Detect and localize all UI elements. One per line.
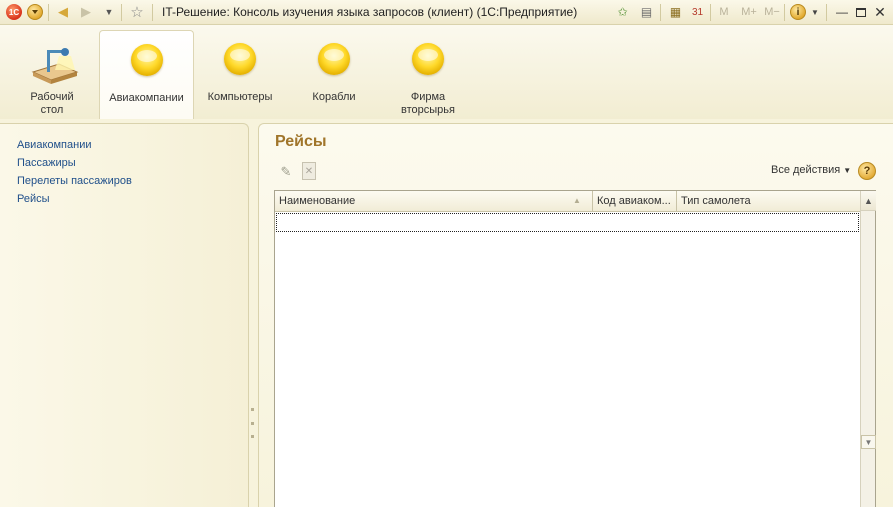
navigation-panel: Авиакомпании Пассажиры Перелеты пассажир…: [0, 123, 249, 507]
toolbar-separator: [710, 4, 711, 21]
memory-minus-button[interactable]: M−: [762, 3, 782, 21]
section-desktop[interactable]: Рабочий стол: [4, 30, 100, 119]
forward-arrow-icon[interactable]: ▶: [78, 3, 94, 21]
toolbar-separator: [48, 4, 49, 21]
sections-panel: Рабочий стол Авиакомпании Компьютеры Кора…: [0, 25, 893, 119]
section-recycling-firm[interactable]: Фирма вторсырья: [381, 30, 475, 119]
info-icon[interactable]: i: [790, 4, 806, 20]
nav-item-flights[interactable]: Рейсы: [17, 190, 132, 208]
minimize-icon[interactable]: —: [834, 3, 850, 21]
table-row[interactable]: [276, 213, 859, 232]
section-label: Рабочий стол: [4, 91, 100, 117]
toolbar-separator: [660, 4, 661, 21]
history-dropdown-icon[interactable]: ▼: [101, 3, 117, 21]
memory-m-button[interactable]: M: [717, 3, 731, 21]
all-actions-menu[interactable]: Все действия ▼: [771, 164, 851, 176]
section-ships[interactable]: Корабли: [287, 30, 381, 119]
edit-pencil-icon[interactable]: ✎: [278, 164, 294, 180]
nav-item-passengers[interactable]: Пассажиры: [17, 154, 132, 172]
section-label: Корабли: [312, 91, 356, 103]
section-label: Авиакомпании: [109, 92, 184, 104]
calendar-icon[interactable]: 31: [689, 3, 706, 21]
scroll-up-icon[interactable]: ▲: [861, 191, 876, 211]
back-arrow-icon[interactable]: ◀: [55, 3, 71, 21]
history-page-icon[interactable]: ▤: [638, 3, 655, 21]
close-icon[interactable]: ✕: [872, 3, 888, 21]
section-label: Фирма вторсырья: [381, 91, 475, 117]
add-to-favorites-icon[interactable]: ✩: [614, 3, 631, 21]
desktop-lamp-icon: [31, 48, 79, 84]
scroll-down-icon[interactable]: ▼: [861, 435, 876, 449]
navigation-list: Авиакомпании Пассажиры Перелеты пассажир…: [17, 136, 132, 208]
section-label-text: Рабочий: [30, 91, 74, 103]
window-title: IT-Решение: Консоль изучения языка запро…: [162, 5, 578, 19]
table-header: Наименование Код авиаком... Тип самолета…: [275, 191, 860, 212]
section-label-text: вторсырья: [401, 104, 455, 116]
section-computers[interactable]: Компьютеры: [193, 30, 287, 119]
chevron-down-icon: ▼: [843, 166, 852, 175]
section-label-text: Фирма: [410, 91, 446, 103]
section-ball-icon: [318, 43, 350, 75]
sort-ascending-icon[interactable]: ▲: [573, 197, 585, 205]
column-header-name[interactable]: Наименование: [275, 191, 593, 211]
section-ball-icon: [224, 43, 256, 75]
nav-item-airlines[interactable]: Авиакомпании: [17, 136, 132, 154]
column-header-aircraft-type[interactable]: Тип самолета: [677, 191, 860, 211]
column-header-airline-code[interactable]: Код авиаком...: [593, 191, 677, 211]
info-dropdown-icon[interactable]: ▼: [810, 3, 820, 21]
page-title: Рейсы: [275, 133, 327, 150]
nav-item-passenger-flights[interactable]: Перелеты пассажиров: [17, 172, 132, 190]
help-icon[interactable]: ?: [858, 162, 876, 180]
panel-splitter-handle[interactable]: [249, 408, 255, 438]
section-ball-icon: [130, 44, 163, 76]
app-logo-icon[interactable]: 1С: [6, 4, 22, 20]
title-bar: 1С ◀ ▶ ▼ ☆ IT-Решение: Консоль изучения …: [0, 0, 893, 25]
content-area: Рейсы ✎ ✕ Все действия ▼ ? Наименование К…: [258, 123, 893, 507]
calendar-day-text: 31: [691, 6, 704, 18]
delete-icon[interactable]: ✕: [302, 162, 316, 180]
maximize-icon[interactable]: [853, 3, 869, 21]
app-logo-text: 1С: [8, 7, 20, 17]
section-ball-icon: [412, 43, 444, 75]
toolbar-separator: [152, 4, 153, 21]
all-actions-label: Все действия: [771, 164, 841, 176]
toolbar-separator: [121, 4, 122, 21]
toolbar-separator: [826, 4, 827, 21]
section-airlines[interactable]: Авиакомпании: [99, 30, 194, 119]
section-label-text: стол: [40, 104, 64, 116]
memory-plus-button[interactable]: M+: [738, 3, 760, 21]
section-label: Компьютеры: [207, 91, 273, 103]
favorites-star-icon[interactable]: ☆: [128, 3, 146, 21]
toolbar-separator: [784, 4, 785, 21]
vertical-scrollbar[interactable]: ▲ ▼: [860, 191, 876, 507]
flights-table[interactable]: Наименование Код авиаком... Тип самолета…: [274, 190, 876, 507]
calculator-icon[interactable]: ▦: [667, 3, 684, 21]
main-menu-button[interactable]: [27, 4, 43, 20]
